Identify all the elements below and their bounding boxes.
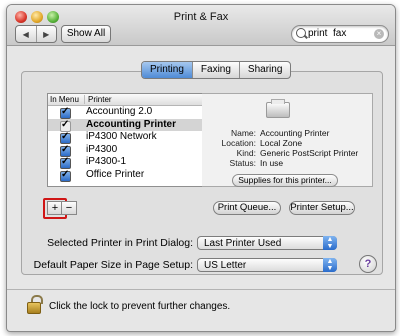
back-forward-control: ◀ ▶ xyxy=(15,25,57,43)
location-value: Local Zone xyxy=(260,138,303,148)
printer-info: Name: Accounting Printer Location: Local Z… xyxy=(202,128,372,168)
column-header-printer[interactable]: Printer xyxy=(84,95,112,104)
location-label: Location: xyxy=(221,138,257,148)
printer-list: In Menu Printer Accounting 2.0 Accountin… xyxy=(47,93,204,187)
in-menu-checkbox[interactable] xyxy=(60,156,71,169)
popup-arrows-icon: ▲ ▼ xyxy=(323,258,337,272)
tab-sharing[interactable]: Sharing xyxy=(240,62,290,78)
in-menu-checkbox[interactable] xyxy=(60,169,71,182)
tab-faxing[interactable]: Faxing xyxy=(193,62,240,78)
status-value: In use xyxy=(260,158,284,168)
in-menu-checkbox[interactable] xyxy=(60,106,71,119)
remove-printer-button[interactable]: − xyxy=(61,201,77,215)
lock-message: Click the lock to prevent further change… xyxy=(49,301,231,312)
name-value: Accounting Printer xyxy=(260,128,330,138)
printer-name: iP4300 xyxy=(86,143,118,155)
clear-search-icon[interactable]: × xyxy=(374,29,384,39)
in-menu-checkbox[interactable] xyxy=(60,119,71,132)
status-label: Status: xyxy=(229,158,256,168)
popup-arrows-icon: ▲ ▼ xyxy=(323,236,337,250)
selected-printer-label: Selected Printer in Print Dialog: xyxy=(47,237,193,249)
tab-printing[interactable]: Printing xyxy=(142,62,193,78)
printer-setup-button[interactable]: Printer Setup... xyxy=(289,201,355,215)
column-header-in-menu[interactable]: In Menu xyxy=(50,95,79,104)
in-menu-checkbox[interactable] xyxy=(60,131,71,144)
in-menu-checkbox[interactable] xyxy=(60,144,71,157)
selected-printer-popup[interactable]: Last Printer Used ▲ ▼ xyxy=(197,236,337,250)
printer-name: iP4300-1 xyxy=(86,156,127,167)
printer-name: Office Printer xyxy=(86,168,145,180)
paper-size-label: Default Paper Size in Page Setup: xyxy=(33,259,193,271)
window-title: Print & Fax xyxy=(173,11,229,23)
search-field: × xyxy=(291,25,389,43)
paper-size-value: US Letter xyxy=(204,260,247,271)
preferences-window: Print & Fax ◀ ▶ Show All × Printing Faxi… xyxy=(6,4,396,332)
printer-row[interactable]: iP4300 xyxy=(48,144,203,157)
printer-details: Name: Accounting Printer Location: Local Z… xyxy=(202,93,373,187)
printer-row[interactable]: iP4300-1 xyxy=(48,156,203,169)
printer-icon xyxy=(266,99,290,118)
footer-divider xyxy=(7,289,395,290)
help-button[interactable]: ? xyxy=(359,255,377,273)
printer-row[interactable]: Office Printer xyxy=(48,169,203,182)
window-toolbar: Print & Fax ◀ ▶ Show All × xyxy=(7,5,395,46)
printer-row-selected[interactable]: Accounting Printer xyxy=(48,118,203,132)
search-input[interactable] xyxy=(308,27,368,40)
search-icon xyxy=(296,28,306,38)
name-label: Name: xyxy=(230,128,256,138)
printer-row[interactable]: Accounting 2.0 xyxy=(48,106,203,119)
printer-row[interactable]: iP4300 Network xyxy=(48,131,203,144)
lock-icon[interactable] xyxy=(27,295,43,314)
printer-name: Accounting 2.0 xyxy=(86,106,153,117)
show-all-button[interactable]: Show All xyxy=(61,25,111,43)
selected-printer-value: Last Printer Used xyxy=(204,238,282,249)
paper-size-popup[interactable]: US Letter ▲ ▼ xyxy=(197,258,337,272)
back-arrow-icon[interactable]: ◀ xyxy=(16,26,37,42)
kind-value: Generic PostScript Printer xyxy=(260,148,359,158)
kind-label: Kind: xyxy=(236,148,256,158)
print-queue-button[interactable]: Print Queue... xyxy=(213,201,281,215)
tab-bar: Printing Faxing Sharing xyxy=(141,61,292,79)
forward-arrow-icon[interactable]: ▶ xyxy=(37,26,57,42)
supplies-button[interactable]: Supplies for this printer... xyxy=(232,174,338,187)
printer-name: Accounting Printer xyxy=(86,118,177,130)
printer-list-header: In Menu Printer xyxy=(48,94,203,106)
printer-name: iP4300 Network xyxy=(86,131,157,142)
